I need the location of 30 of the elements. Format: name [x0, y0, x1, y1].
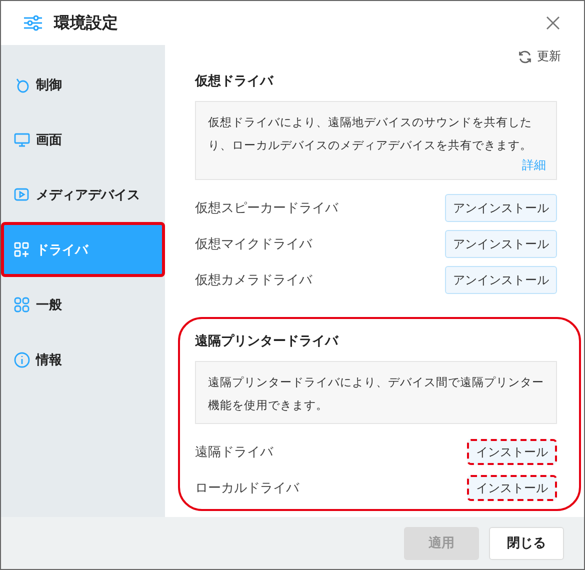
- description-text: 遠隔プリンタードライバにより、デバイス間で遠隔プリンター機能を使用できます。: [208, 374, 545, 414]
- sidebar-item[interactable]: 画面: [1, 112, 165, 167]
- sidebar-item[interactable]: 制御: [1, 57, 165, 112]
- close-icon[interactable]: [546, 16, 560, 30]
- driver-label: ローカルドライバ: [195, 480, 299, 497]
- footer-button[interactable]: 閉じる: [489, 526, 564, 560]
- driver-button[interactable]: アンインストール: [445, 266, 557, 294]
- grid-icon: [14, 296, 30, 312]
- section-title: 遠隔プリンタードライバ: [195, 332, 340, 351]
- media-icon: [14, 186, 30, 202]
- refresh-button[interactable]: 更新: [518, 46, 561, 67]
- description-text: 仮想ドライバにより、遠隔地デバイスのサウンドを共有したり、ローカルデバイスのメディアデバイスを共有できます。: [208, 114, 533, 154]
- grid-plus-icon: [14, 242, 30, 258]
- driver-label: 仮想カメラドライバ: [195, 272, 312, 289]
- driver-button[interactable]: インストール: [467, 439, 557, 465]
- driver-button[interactable]: アンインストール: [445, 194, 557, 222]
- driver-label: 仮想マイクドライバ: [195, 236, 312, 253]
- driver-label: 遠隔ドライバ: [195, 444, 273, 461]
- window-title: 環境設定: [54, 12, 119, 34]
- refresh-icon: [518, 50, 532, 64]
- sidebar-item[interactable]: 情報: [1, 332, 165, 387]
- driver-button[interactable]: アンインストール: [445, 230, 557, 258]
- monitor-icon: [14, 132, 30, 148]
- sidebar-item[interactable]: 一般: [1, 277, 165, 332]
- settings-icon: [23, 15, 43, 31]
- section-title: 仮想ドライバ: [195, 73, 275, 91]
- sidebar-item[interactable]: メディアデバイス: [1, 167, 165, 222]
- driver-button[interactable]: インストール: [467, 475, 557, 501]
- info-icon: [14, 352, 30, 368]
- driver-label: 仮想スピーカードライバ: [195, 200, 338, 217]
